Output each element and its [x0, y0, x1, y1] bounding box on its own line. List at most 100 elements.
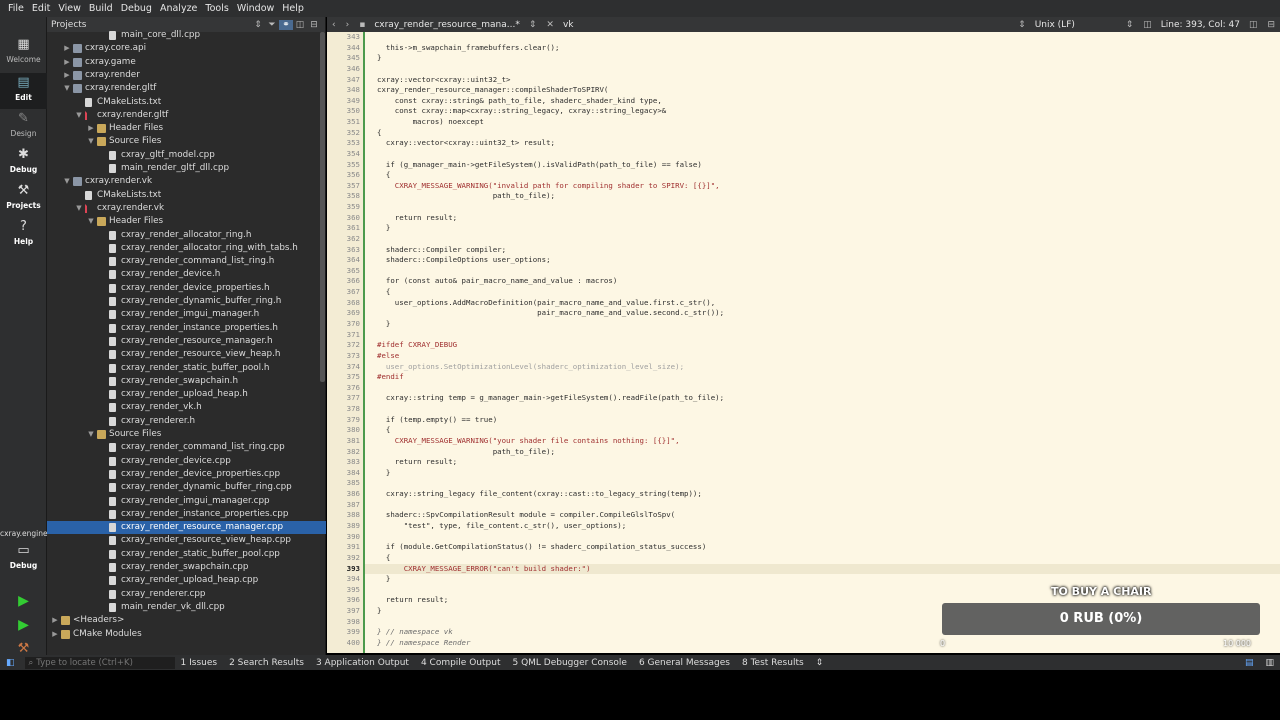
chevron-right-icon[interactable]: ▶ [63, 69, 71, 82]
chevron-right-icon[interactable]: ▶ [51, 628, 59, 641]
tree-item[interactable]: ▶ cxray.render [47, 69, 326, 82]
tree-item[interactable]: main_core_dll.cpp [47, 29, 326, 42]
tree-item[interactable]: ▼ Source Files [47, 135, 326, 148]
tree-item[interactable]: cxray_render_imgui_manager.h [47, 308, 326, 321]
toggle-output-icon[interactable]: ▥ [1259, 658, 1280, 668]
tree-item[interactable]: ▼ cxray.render.vk [47, 202, 326, 215]
tree-item[interactable]: ▼ cxray.render.gltf [47, 109, 326, 122]
chevron-right-icon[interactable]: ▶ [63, 56, 71, 69]
tree-item[interactable]: cxray_render_allocator_ring.h [47, 229, 326, 242]
tree-item[interactable]: cxray_render_static_buffer_pool.cpp [47, 548, 326, 561]
menu-help[interactable]: Help [278, 3, 308, 14]
output-pane-button[interactable]: 5 QML Debugger Console [506, 658, 632, 668]
chevron-down-icon[interactable]: ▼ [63, 82, 71, 95]
chevron-down-icon[interactable]: ▼ [87, 215, 95, 228]
close-document-icon[interactable]: ✕ [541, 20, 559, 30]
output-pane-button[interactable]: 2 Search Results [223, 658, 310, 668]
tree-item[interactable]: ▶ cxray.core.api [47, 42, 326, 55]
tree-item[interactable]: cxray_render_command_list_ring.cpp [47, 441, 326, 454]
tree-scrollbar[interactable] [320, 32, 325, 382]
tree-item[interactable]: cxray_render_dynamic_buffer_ring.h [47, 295, 326, 308]
tree-item[interactable]: cxray_render_device_properties.h [47, 282, 326, 295]
tree-item[interactable]: cxray_render_imgui_manager.cpp [47, 495, 326, 508]
menu-edit[interactable]: Edit [28, 3, 54, 14]
progress-details-icon[interactable]: ▤ [1239, 658, 1260, 668]
menu-window[interactable]: Window [233, 3, 278, 14]
tree-item[interactable]: ▶ cxray.game [47, 56, 326, 69]
chevron-right-icon[interactable]: ▶ [87, 122, 95, 135]
code-editor[interactable]: 343 344 345 346 347 348 349 350 351 352 353 354 355 3… [327, 32, 1280, 653]
mode-welcome[interactable]: ▦ Welcome [0, 37, 47, 73]
tree-item[interactable]: ▶ CMake Modules [47, 628, 326, 641]
chevron-down-icon[interactable]: ▼ [75, 109, 83, 122]
tree-item[interactable]: main_render_gltf_dll.cpp [47, 162, 326, 175]
locator[interactable]: ⌕ [24, 656, 175, 669]
split-icon[interactable]: ◫ [1138, 20, 1157, 30]
cursor-position[interactable]: Line: 393, Col: 47 [1157, 20, 1244, 30]
split-icon[interactable]: ◫ [1244, 20, 1263, 30]
line-ending-selector[interactable]: Unix (LF) [1031, 20, 1121, 30]
split-icon[interactable]: ◫ [293, 20, 307, 30]
tree-item[interactable]: CMakeLists.txt [47, 96, 326, 109]
tree-item[interactable]: cxray_render_resource_view_heap.h [47, 348, 326, 361]
tree-item[interactable]: cxray_gltf_model.cpp [47, 149, 326, 162]
toggle-sidebar-icon[interactable]: ◧ [0, 658, 21, 668]
tree-item[interactable]: ▶ <Headers> [47, 614, 326, 627]
tree-item[interactable]: cxray_render_resource_manager.h [47, 335, 326, 348]
mode-projects[interactable]: ⚒ Projects [0, 183, 47, 219]
projects-view-selector[interactable]: Projects [51, 20, 251, 30]
tree-item[interactable]: cxray_render_device.h [47, 268, 326, 281]
menu-tools[interactable]: Tools [201, 3, 232, 14]
menu-build[interactable]: Build [85, 3, 117, 14]
chevron-down-icon[interactable]: ▼ [87, 428, 95, 441]
tree-item[interactable]: cxray_render_resource_view_heap.cpp [47, 534, 326, 547]
run-button[interactable]: ▶ [0, 593, 47, 611]
updown-icon[interactable]: ⇕ [810, 658, 830, 668]
locator-input[interactable] [36, 657, 157, 668]
tree-item[interactable]: main_render_vk_dll.cpp [47, 601, 326, 614]
open-document-selector[interactable]: cxray_render_resource_mana...* [370, 20, 524, 30]
chevron-down-icon[interactable]: ▼ [87, 135, 95, 148]
close-icon[interactable]: ⊟ [307, 20, 321, 30]
tree-item[interactable]: cxray_render_allocator_ring_with_tabs.h [47, 242, 326, 255]
menu-view[interactable]: View [54, 3, 85, 14]
tree-item[interactable]: cxray_render_command_list_ring.h [47, 255, 326, 268]
tree-item[interactable]: ▼ cxray.render.gltf [47, 82, 326, 95]
chevron-down-icon[interactable]: ▼ [63, 175, 71, 188]
tree-item[interactable]: cxray_render_device_properties.cpp [47, 468, 326, 481]
forward-icon[interactable]: › [341, 20, 355, 30]
menu-analyze[interactable]: Analyze [156, 3, 201, 14]
tree-item[interactable]: ▼ cxray.render.vk [47, 175, 326, 188]
output-pane-button[interactable]: 6 General Messages [633, 658, 736, 668]
mode-debug[interactable]: ✱ Debug [0, 147, 47, 183]
tree-item[interactable]: cxray_render_swapchain.cpp [47, 561, 326, 574]
tree-item[interactable]: cxray_render_instance_properties.h [47, 322, 326, 335]
mode-design[interactable]: ✎ Design [0, 111, 47, 147]
mode-help[interactable]: ? Help [0, 219, 47, 255]
tree-item[interactable]: cxray_render_dynamic_buffer_ring.cpp [47, 481, 326, 494]
symbol-selector[interactable]: vk [559, 20, 578, 30]
menu-file[interactable]: File [4, 3, 28, 14]
tree-item[interactable]: cxray_render_swapchain.h [47, 375, 326, 388]
output-pane-button[interactable]: 8 Test Results [736, 658, 810, 668]
back-icon[interactable]: ‹ [327, 20, 341, 30]
tree-item[interactable]: cxray_render_instance_properties.cpp [47, 508, 326, 521]
chevron-right-icon[interactable]: ▶ [51, 614, 59, 627]
tree-item[interactable]: cxray_render_device.cpp [47, 455, 326, 468]
tree-item[interactable]: cxray_render_upload_heap.cpp [47, 574, 326, 587]
tree-item[interactable]: ▼ Source Files [47, 428, 326, 441]
tree-item[interactable]: cxray_renderer.cpp [47, 588, 326, 601]
menu-debug[interactable]: Debug [117, 3, 156, 14]
mode-edit[interactable]: ▤ Edit [0, 73, 47, 109]
tree-item[interactable]: cxray_render_resource_manager.cpp [47, 521, 326, 535]
tree-item[interactable]: cxray_render_vk.h [47, 401, 326, 414]
chevron-down-icon[interactable]: ▼ [75, 202, 83, 215]
output-pane-button[interactable]: 1 Issues [175, 658, 224, 668]
debug-run-button[interactable]: ▶ [0, 617, 47, 635]
chevron-right-icon[interactable]: ▶ [63, 42, 71, 55]
tree-item[interactable]: cxray_render_static_buffer_pool.h [47, 362, 326, 375]
tree-item[interactable]: CMakeLists.txt [47, 189, 326, 202]
tree-item[interactable]: ▼ Header Files [47, 215, 326, 228]
tree-item[interactable]: cxray_renderer.h [47, 415, 326, 428]
output-pane-button[interactable]: 4 Compile Output [415, 658, 507, 668]
